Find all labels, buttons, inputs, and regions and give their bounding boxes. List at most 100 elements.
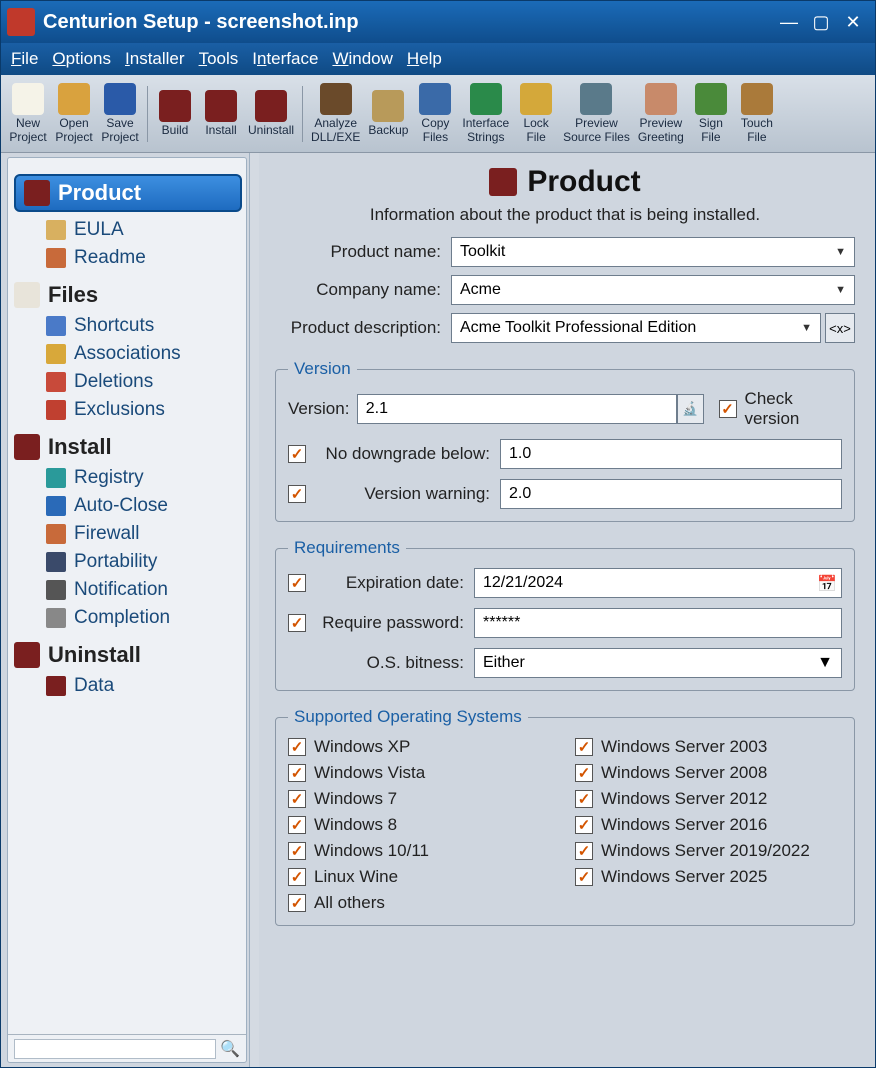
version-picker-button[interactable]: 🔬 <box>677 394 704 424</box>
chevron-down-icon: ▼ <box>817 654 833 672</box>
os-others-checkbox[interactable] <box>288 894 306 912</box>
uninstall-button[interactable]: Uninstall <box>244 78 298 150</box>
copy-files-button[interactable]: CopyFiles <box>412 78 458 150</box>
product-description-field[interactable]: Acme Toolkit Professional Edition▼ <box>451 313 821 343</box>
backup-button[interactable]: Backup <box>364 78 412 150</box>
os-group: Supported Operating Systems Windows XP W… <box>275 707 855 926</box>
sidebar-item-notification[interactable]: Notification <box>12 576 242 604</box>
os-vista-checkbox[interactable] <box>288 764 306 782</box>
menu-tools[interactable]: Tools <box>199 49 239 69</box>
version-input[interactable]: 2.1 <box>357 394 677 424</box>
install-button[interactable]: Install <box>198 78 244 150</box>
menu-window[interactable]: Window <box>332 49 392 69</box>
page-title: Product <box>489 165 640 199</box>
sidebar: Product EULA Readme Files Shortcuts Asso… <box>7 157 247 1063</box>
menubar: File Options Installer Tools Interface W… <box>1 43 875 75</box>
check-version-checkbox[interactable] <box>719 400 737 418</box>
menu-installer[interactable]: Installer <box>125 49 185 69</box>
new-project-button[interactable]: NewProject <box>5 78 51 150</box>
menu-file[interactable]: File <box>11 49 38 69</box>
sidebar-search: 🔍 <box>8 1034 246 1062</box>
menu-options[interactable]: Options <box>52 49 111 69</box>
password-input[interactable]: ****** <box>474 608 842 638</box>
version-label: Version: <box>288 399 357 419</box>
company-name-label: Company name: <box>275 280 451 300</box>
no-downgrade-label: No downgrade below: <box>314 444 500 464</box>
lock-file-button[interactable]: LockFile <box>513 78 559 150</box>
app-logo-icon <box>7 8 35 36</box>
sidebar-group-product[interactable]: Product <box>14 174 242 212</box>
requirements-group: Requirements Expiration date: 12/21/2024… <box>275 538 855 691</box>
sidebar-item-readme[interactable]: Readme <box>12 244 242 272</box>
bitness-select[interactable]: Either▼ <box>474 648 842 678</box>
window-title: Centurion Setup - screenshot.inp <box>43 11 773 34</box>
check-version-label: Check version <box>745 389 842 429</box>
sign-file-button[interactable]: SignFile <box>688 78 734 150</box>
os-s2025-checkbox[interactable] <box>575 868 593 886</box>
password-label: Require password: <box>314 613 474 633</box>
os-s2012-checkbox[interactable] <box>575 790 593 808</box>
sidebar-group-uninstall[interactable]: Uninstall <box>14 642 242 668</box>
scrollbar[interactable] <box>249 153 259 1067</box>
sidebar-item-completion[interactable]: Completion <box>12 604 242 632</box>
version-legend: Version <box>288 359 357 379</box>
touch-file-button[interactable]: TouchFile <box>734 78 780 150</box>
os-legend: Supported Operating Systems <box>288 707 528 727</box>
sidebar-item-shortcuts[interactable]: Shortcuts <box>12 312 242 340</box>
os-w7-checkbox[interactable] <box>288 790 306 808</box>
version-warning-checkbox[interactable] <box>288 485 306 503</box>
sidebar-item-exclusions[interactable]: Exclusions <box>12 396 242 424</box>
sidebar-item-firewall[interactable]: Firewall <box>12 520 242 548</box>
minimize-button[interactable]: — <box>773 8 805 36</box>
calendar-icon[interactable]: 📅 <box>817 574 835 592</box>
no-downgrade-checkbox[interactable] <box>288 445 306 463</box>
search-icon[interactable]: 🔍 <box>220 1039 240 1059</box>
build-button[interactable]: Build <box>152 78 198 150</box>
sidebar-item-portability[interactable]: Portability <box>12 548 242 576</box>
maximize-button[interactable]: ▢ <box>805 8 837 36</box>
os-wine-checkbox[interactable] <box>288 868 306 886</box>
os-s2016-checkbox[interactable] <box>575 816 593 834</box>
product-icon <box>489 168 517 196</box>
open-project-button[interactable]: OpenProject <box>51 78 97 150</box>
close-button[interactable]: ✕ <box>837 8 869 36</box>
chevron-down-icon: ▼ <box>835 284 846 296</box>
expiration-checkbox[interactable] <box>288 574 306 592</box>
preview-source-button[interactable]: PreviewSource Files <box>559 78 634 150</box>
sidebar-item-associations[interactable]: Associations <box>12 340 242 368</box>
os-w8-checkbox[interactable] <box>288 816 306 834</box>
os-s2019-checkbox[interactable] <box>575 842 593 860</box>
product-description-label: Product description: <box>275 318 451 338</box>
version-warning-label: Version warning: <box>314 484 500 504</box>
product-name-field[interactable]: Toolkit▼ <box>451 237 855 267</box>
interface-strings-button[interactable]: InterfaceStrings <box>458 78 513 150</box>
os-w10-checkbox[interactable] <box>288 842 306 860</box>
os-xp-checkbox[interactable] <box>288 738 306 756</box>
sidebar-item-autoclose[interactable]: Auto-Close <box>12 492 242 520</box>
version-group: Version Version: 2.1 🔬 Check version No … <box>275 359 855 522</box>
sidebar-item-data[interactable]: Data <box>12 672 242 700</box>
sidebar-item-eula[interactable]: EULA <box>12 216 242 244</box>
menu-help[interactable]: Help <box>407 49 442 69</box>
sidebar-group-install[interactable]: Install <box>14 434 242 460</box>
password-checkbox[interactable] <box>288 614 306 632</box>
sidebar-item-registry[interactable]: Registry <box>12 464 242 492</box>
os-s2003-checkbox[interactable] <box>575 738 593 756</box>
expand-description-button[interactable]: <x> <box>825 313 855 343</box>
save-project-button[interactable]: SaveProject <box>97 78 143 150</box>
no-downgrade-input[interactable]: 1.0 <box>500 439 842 469</box>
chevron-down-icon: ▼ <box>801 322 812 334</box>
analyze-button[interactable]: AnalyzeDLL/EXE <box>307 78 364 150</box>
version-warning-input[interactable]: 2.0 <box>500 479 842 509</box>
product-name-label: Product name: <box>275 242 451 262</box>
sidebar-item-deletions[interactable]: Deletions <box>12 368 242 396</box>
sidebar-search-input[interactable] <box>14 1039 216 1059</box>
company-name-field[interactable]: Acme▼ <box>451 275 855 305</box>
os-s2008-checkbox[interactable] <box>575 764 593 782</box>
titlebar: Centurion Setup - screenshot.inp — ▢ ✕ <box>1 1 875 43</box>
expiration-input[interactable]: 12/21/2024📅 <box>474 568 842 598</box>
menu-interface[interactable]: Interface <box>252 49 318 69</box>
preview-greeting-button[interactable]: PreviewGreeting <box>634 78 688 150</box>
sidebar-group-files[interactable]: Files <box>14 282 242 308</box>
chevron-down-icon: ▼ <box>835 246 846 258</box>
